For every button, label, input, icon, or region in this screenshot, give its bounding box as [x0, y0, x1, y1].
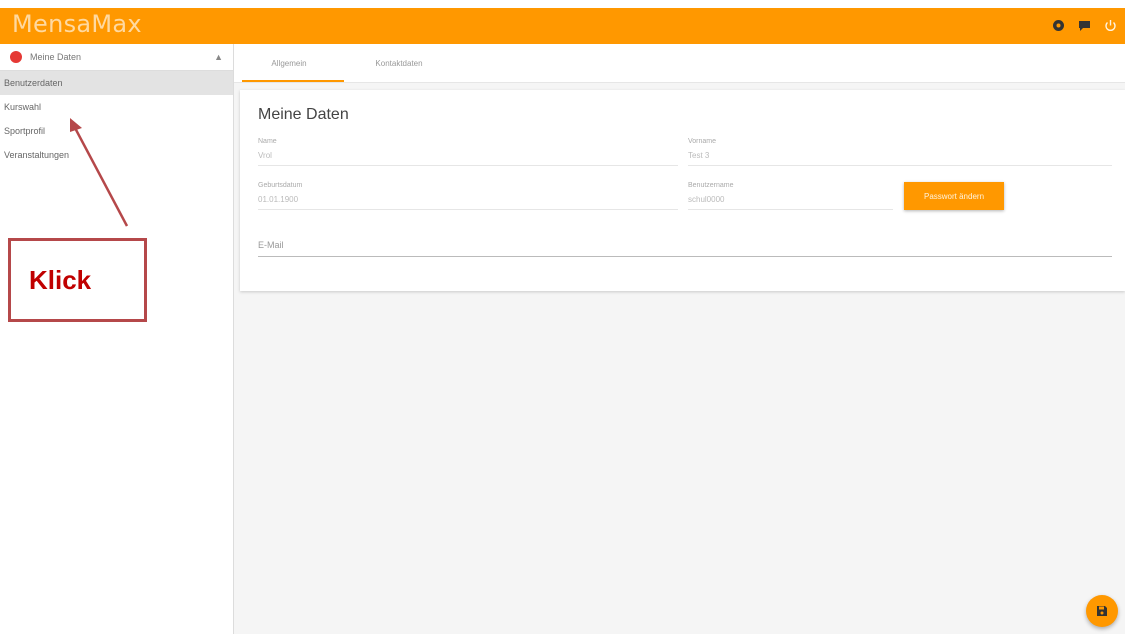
name-value: Vrol	[258, 151, 678, 166]
change-password-button[interactable]: Passwort ändern	[904, 182, 1004, 210]
meine-daten-card: Meine Daten Name Vrol Vorname Test 3 Geb…	[240, 90, 1125, 291]
save-button[interactable]	[1086, 595, 1118, 627]
vorname-field[interactable]: Vorname Test 3	[688, 138, 1112, 166]
app-logo: MensaMax	[12, 10, 142, 38]
sidebar-header-meine-daten[interactable]: Meine Daten ▲	[0, 44, 233, 71]
annotation-callout: Klick	[8, 238, 147, 322]
sidebar-item-veranstaltungen[interactable]: Veranstaltungen	[0, 143, 233, 167]
sidebar-item-sportprofil[interactable]: Sportprofil	[0, 119, 233, 143]
benutzername-value: schul0000	[688, 195, 893, 210]
email-label: E-Mail	[258, 240, 284, 250]
sidebar-item-label: Sportprofil	[4, 126, 46, 136]
user-icon	[10, 51, 22, 63]
chat-icon[interactable]	[1077, 18, 1091, 32]
power-icon[interactable]	[1103, 18, 1117, 32]
geburtsdatum-value: 01.01.1900	[258, 195, 678, 210]
sidebar: Meine Daten ▲ Benutzerdaten Kurswahl Spo…	[0, 44, 234, 634]
top-app-bar: MensaMax	[0, 8, 1125, 44]
name-field[interactable]: Name Vrol	[258, 138, 678, 166]
vorname-value: Test 3	[688, 151, 1112, 166]
benutzername-field[interactable]: Benutzername schul0000	[688, 182, 893, 210]
sidebar-item-benutzerdaten[interactable]: Benutzerdaten	[0, 71, 233, 95]
tab-kontaktdaten[interactable]: Kontaktdaten	[344, 44, 454, 82]
sidebar-header-label: Meine Daten	[30, 52, 82, 62]
name-label: Name	[258, 138, 277, 145]
callout-text: Klick	[29, 264, 92, 295]
settings-icon[interactable]	[1051, 18, 1065, 32]
chevron-up-icon: ▲	[214, 52, 223, 62]
save-icon	[1097, 606, 1107, 616]
geburtsdatum-field[interactable]: Geburtsdatum 01.01.1900	[258, 182, 678, 210]
geburtsdatum-label: Geburtsdatum	[258, 182, 303, 189]
top-icons	[1051, 18, 1117, 32]
sidebar-item-label: Kurswahl	[4, 102, 42, 112]
benutzername-label: Benutzername	[688, 182, 734, 189]
vorname-label: Vorname	[688, 138, 717, 145]
sidebar-item-label: Benutzerdaten	[4, 78, 63, 88]
card-title: Meine Daten	[258, 106, 349, 123]
sidebar-item-label: Veranstaltungen	[4, 150, 70, 160]
sidebar-item-kurswahl[interactable]: Kurswahl	[0, 95, 233, 119]
tab-allgemein[interactable]: Allgemein	[234, 44, 344, 82]
tab-bar: Allgemein Kontaktdaten	[234, 44, 1125, 83]
main-content: Allgemein Kontaktdaten Meine Daten Name …	[234, 44, 1125, 634]
email-field[interactable]: E-Mail	[258, 240, 1112, 257]
